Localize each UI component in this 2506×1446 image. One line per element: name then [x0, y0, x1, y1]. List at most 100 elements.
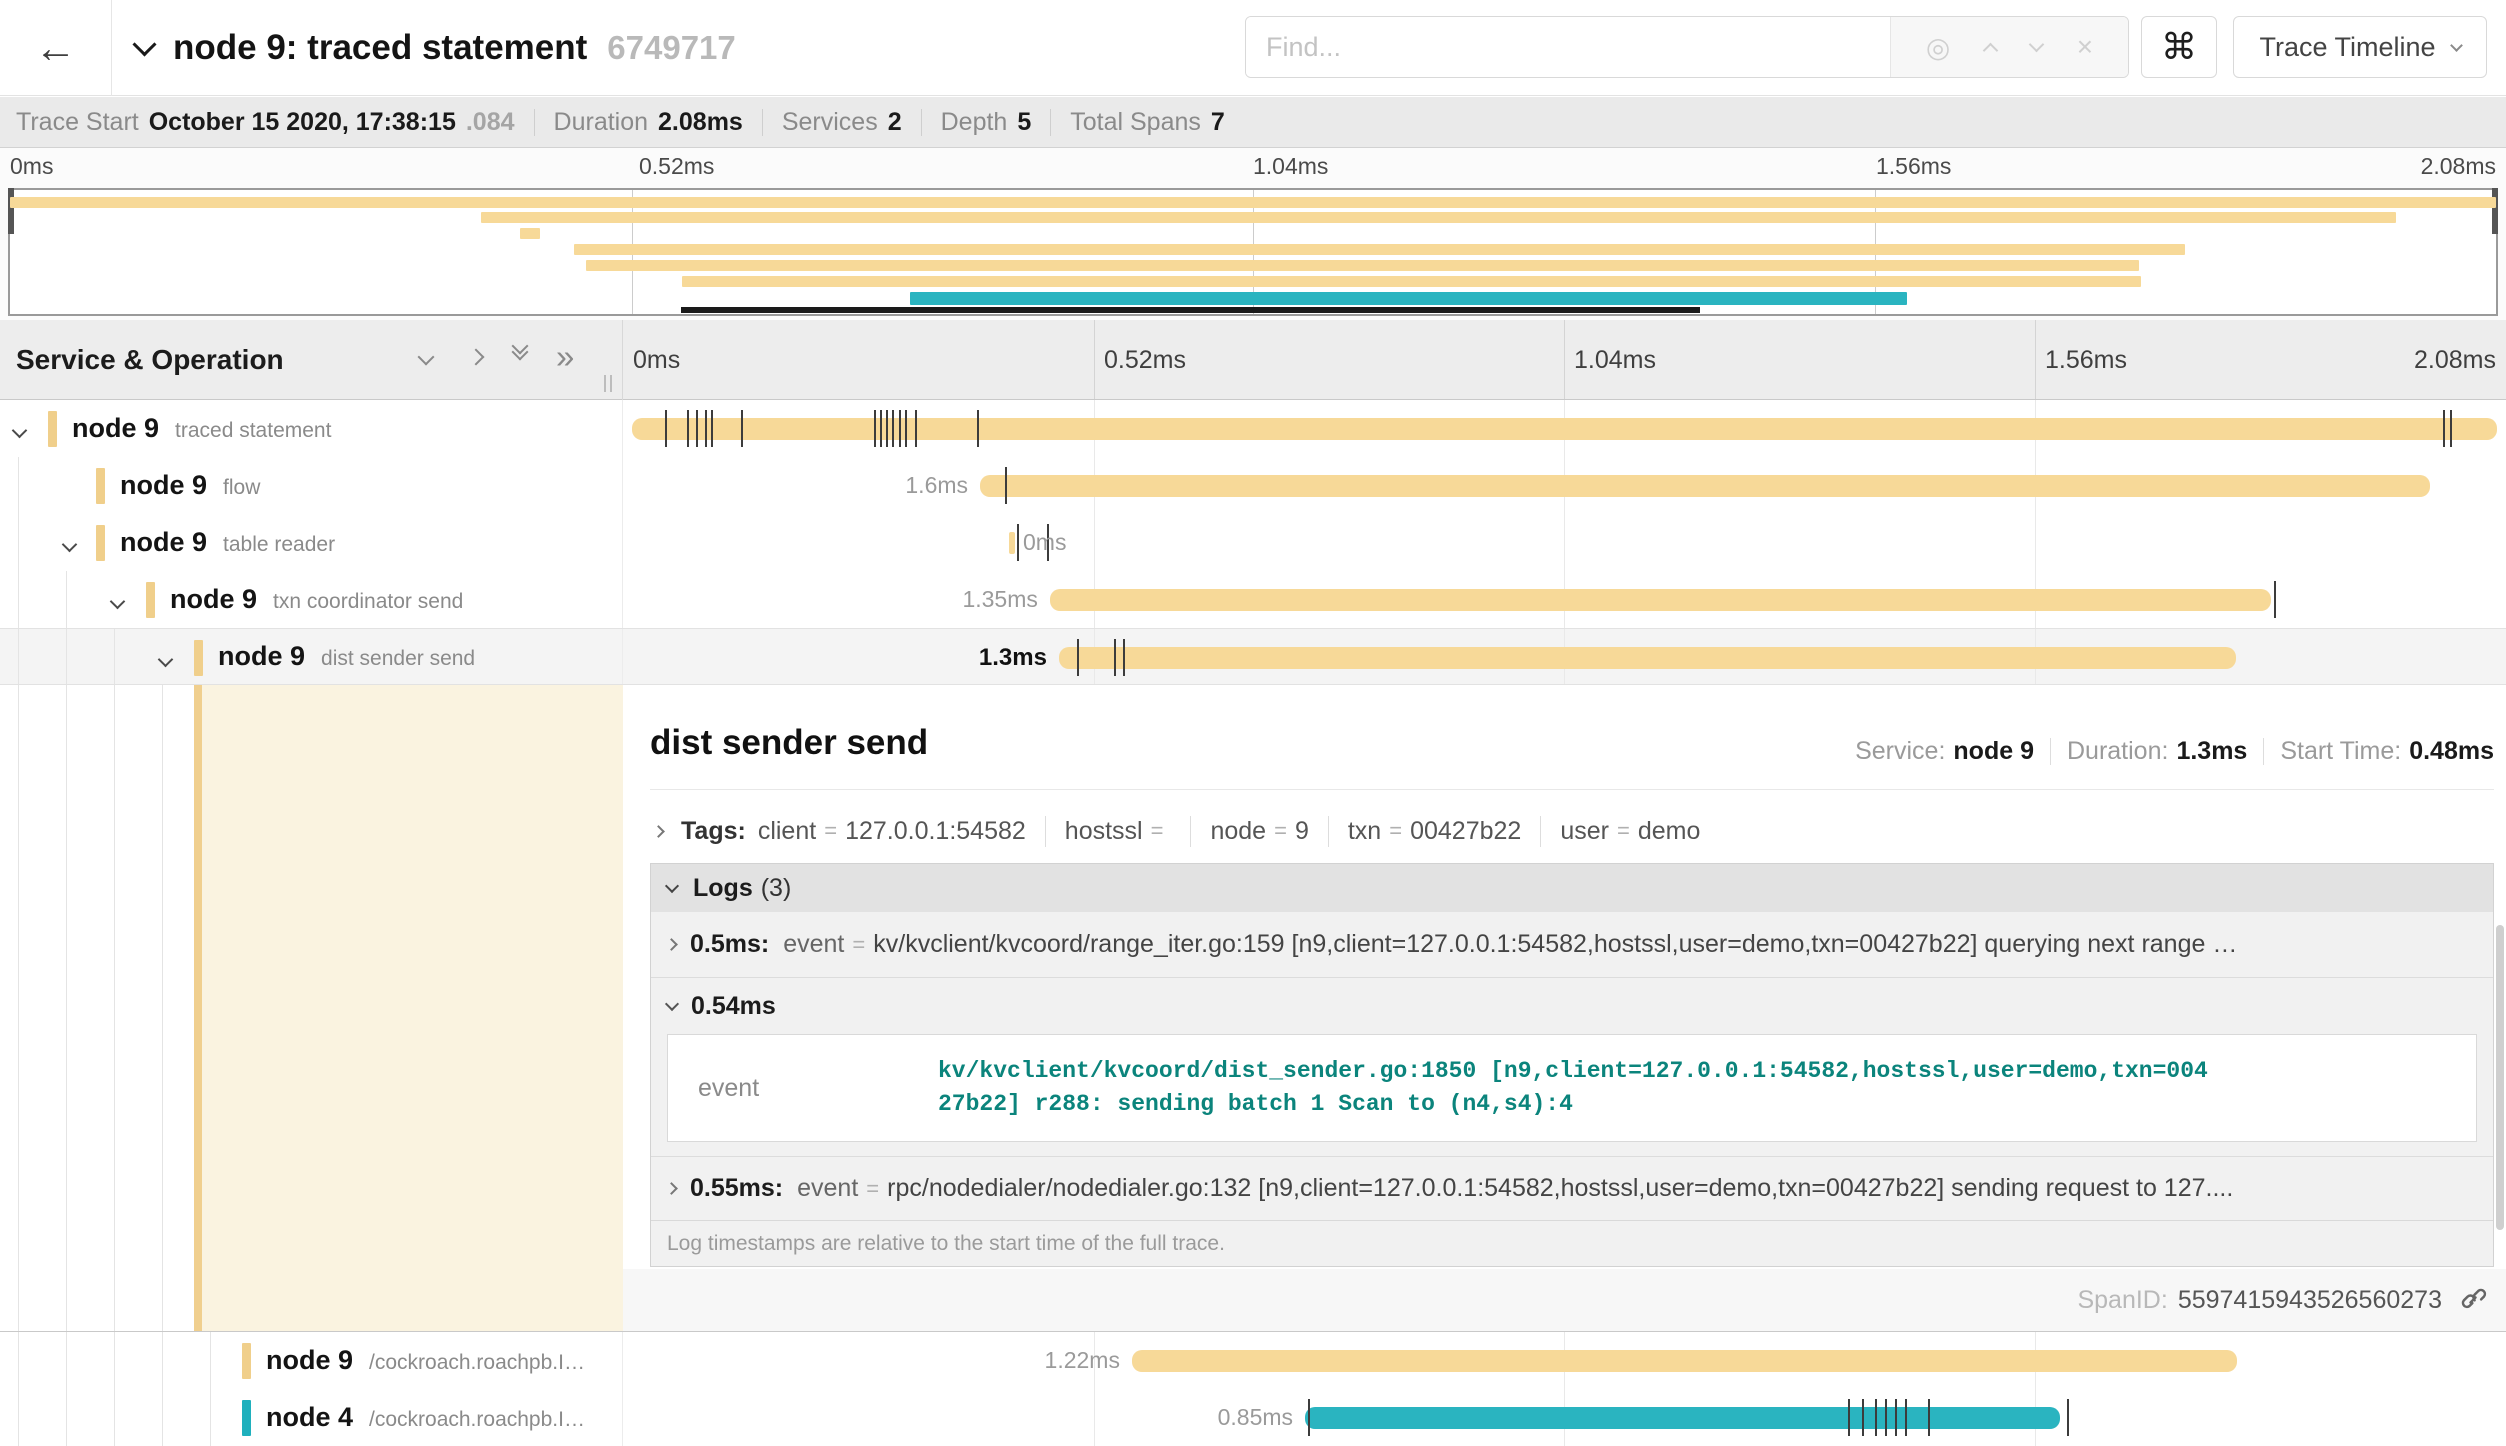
tag-item: client=127.0.0.1:54582 — [758, 817, 1026, 846]
chevron-down-icon[interactable] — [132, 32, 156, 56]
span-duration-bar[interactable] — [1009, 532, 1015, 554]
span-name: node 4/cockroach.roachpb.I… — [266, 1389, 585, 1446]
log-tick-mark — [1875, 1399, 1877, 1436]
span-duration-bar[interactable] — [1305, 1407, 2060, 1429]
span-duration-bar[interactable] — [1050, 589, 2271, 611]
trace-minimap[interactable]: 0ms 0.52ms 1.04ms 1.56ms 2.08ms — [0, 148, 2506, 320]
chevron-right-icon — [665, 1182, 678, 1195]
link-icon[interactable] — [2458, 1285, 2488, 1315]
log-value: rpc/nodedialer/nodedialer.go:132 [n9,cli… — [887, 1174, 2233, 1203]
log-field-card: event kv/kvclient/kvcoord/dist_sender.go… — [667, 1034, 2477, 1142]
duration-label: Duration: — [2067, 737, 2168, 766]
minimap-span-bar — [520, 228, 540, 239]
span-row[interactable]: node 4/cockroach.roachpb.I… 0.85ms — [0, 1389, 2506, 1446]
tag-item: txn=00427b22 — [1348, 817, 1521, 846]
service-name: node 9 — [72, 413, 159, 444]
find-input[interactable] — [1246, 17, 1890, 77]
span-row[interactable]: node 9 table reader 0ms — [0, 514, 2506, 571]
logs-section: Logs (3) 0.5ms: event = kv/kvclient/kvco… — [650, 863, 2494, 1267]
timeline-gridline — [1564, 514, 1565, 571]
find-close-icon[interactable]: × — [2077, 31, 2093, 63]
log-tick-mark — [1308, 1399, 1310, 1436]
span-duration-bar[interactable] — [1132, 1350, 2237, 1372]
operation-name: dist sender send — [321, 647, 475, 671]
span-id-strip: SpanID: 5597415943526560273 — [623, 1269, 2506, 1331]
span-timeline-cell: 0ms — [623, 514, 2506, 571]
column-divider — [2035, 320, 2036, 399]
column-resizer-grip[interactable] — [604, 375, 612, 392]
tree-guide-line — [18, 514, 19, 571]
logs-header[interactable]: Logs (3) — [651, 864, 2493, 912]
depth-label: Depth — [941, 108, 1008, 137]
equals-sign: = — [852, 932, 865, 958]
chevron-down-icon[interactable] — [160, 652, 171, 670]
minimap-right-scrubber[interactable] — [2492, 188, 2498, 234]
divider — [1540, 816, 1541, 847]
log-entry-1[interactable]: 0.5ms: event = kv/kvclient/kvcoord/range… — [651, 912, 2493, 977]
log-time: 0.5ms: — [690, 930, 769, 959]
services-value: 2 — [888, 108, 902, 137]
chevron-down-icon[interactable] — [64, 537, 75, 555]
log-tick-mark — [2274, 581, 2276, 618]
locate-icon[interactable]: ◎ — [1926, 31, 1950, 64]
span-duration-bar[interactable] — [980, 475, 2430, 497]
service-name: node 9 — [218, 641, 305, 672]
log-tick-mark — [2067, 1399, 2069, 1436]
log-entry-3[interactable]: 0.55ms: event = rpc/nodedialer/nodediale… — [651, 1156, 2493, 1220]
service-color-chip — [48, 411, 57, 447]
span-detail-meta: Service:node 9 Duration:1.3ms Start Time… — [1855, 737, 2494, 766]
tree-guide-line — [66, 1332, 67, 1389]
start-time-label: Start Time: — [2280, 737, 2401, 766]
log-entry-2: 0.54ms event kv/kvclient/kvcoord/dist_se… — [651, 977, 2493, 1142]
minimap-span-bar — [682, 276, 2141, 287]
collapse-all-down-icon[interactable] — [514, 347, 526, 358]
find-prev-icon[interactable] — [1983, 42, 1999, 58]
log-tick-mark — [880, 410, 882, 447]
keyboard-shortcuts-button[interactable]: ⌘ — [2141, 16, 2217, 78]
back-button[interactable]: ← — [0, 0, 112, 96]
span-duration-label: 1.3ms — [979, 629, 1047, 686]
service-name: node 9 — [170, 584, 257, 615]
log-entry-2-header[interactable]: 0.54ms — [651, 978, 2493, 1034]
span-name-column: node 9 dist sender send — [0, 629, 623, 684]
service-name: node 9 — [120, 527, 207, 558]
span-timeline-cell: 1.22ms — [623, 1332, 2506, 1389]
span-duration-label: 1.22ms — [1045, 1332, 1120, 1389]
span-row[interactable]: node 9/cockroach.roachpb.I…1.22ms — [0, 1332, 2506, 1389]
view-selector-button[interactable]: Trace Timeline — [2233, 16, 2487, 78]
log-key: event — [783, 930, 844, 959]
minimap-span-bar — [586, 260, 2140, 271]
chevron-right-icon — [665, 938, 678, 951]
log-tick-mark — [915, 410, 917, 447]
divider — [2050, 738, 2051, 765]
expand-one-icon[interactable] — [470, 350, 482, 368]
log-field-value: kv/kvclient/kvcoord/dist_sender.go:1850 … — [938, 1055, 2214, 1121]
chevron-down-icon[interactable] — [14, 423, 25, 441]
log-tick-mark — [1905, 1399, 1907, 1436]
span-duration-label: 0.85ms — [1218, 1389, 1293, 1446]
span-detail-row: dist sender send Service:node 9 Duration… — [0, 685, 2506, 1332]
span-row[interactable]: node 9 dist sender send 1.3ms — [0, 628, 2506, 685]
log-tick-mark — [977, 410, 979, 447]
span-duration-bar[interactable] — [1059, 647, 2236, 669]
chevron-down-icon[interactable] — [112, 594, 123, 612]
scrollbar-thumb[interactable] — [2496, 925, 2504, 1230]
span-name-column: node 9traced statement — [0, 400, 623, 457]
service-color-chip — [242, 1343, 251, 1379]
collapse-one-icon[interactable] — [420, 350, 432, 368]
minimap-canvas[interactable] — [8, 188, 2498, 316]
timeline-gridline — [1094, 1389, 1095, 1446]
operation-name: table reader — [223, 533, 335, 557]
expand-all-icon[interactable]: » — [556, 338, 574, 376]
span-row[interactable]: node 9txn coordinator send1.35ms — [0, 571, 2506, 628]
span-duration-bar[interactable] — [632, 418, 2496, 440]
span-row[interactable]: node 9flow1.6ms — [0, 457, 2506, 514]
minimap-left-scrubber[interactable] — [8, 188, 14, 234]
tags-row[interactable]: Tags: client=127.0.0.1:54582hostssl=node… — [650, 803, 1700, 859]
tree-guide-line — [18, 685, 19, 1331]
equals-sign: = — [1617, 818, 1630, 844]
span-row[interactable]: node 9traced statement — [0, 400, 2506, 457]
find-next-icon[interactable] — [2029, 36, 2045, 52]
service-name: node 9 — [266, 1345, 353, 1376]
service-value: node 9 — [1953, 737, 2034, 766]
